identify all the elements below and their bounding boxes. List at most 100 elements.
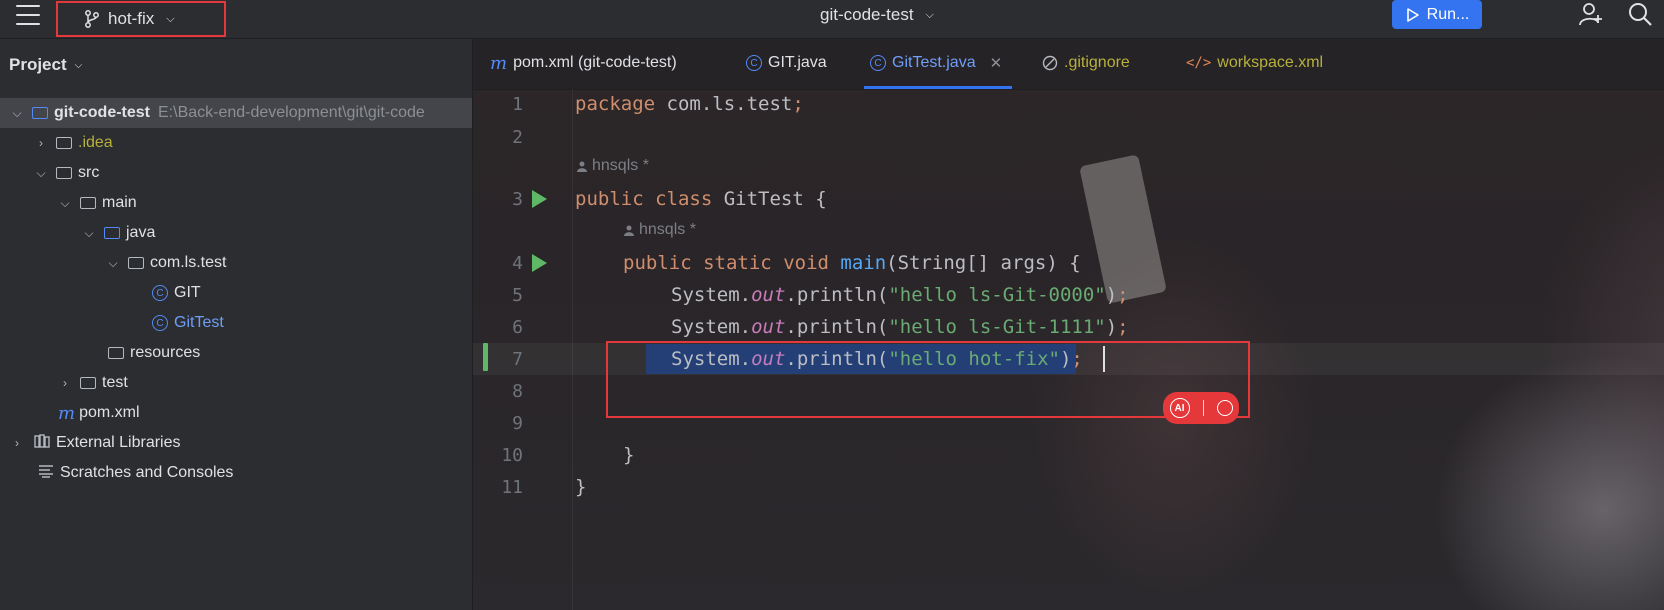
keyword: class [655, 188, 713, 210]
chevron-down-icon[interactable]: ⌵ [82, 226, 96, 241]
semicolon: ; [1117, 284, 1129, 306]
run-main-icon[interactable] [532, 254, 547, 272]
line-number: 4 [512, 253, 523, 274]
ai-floating-toolbar[interactable]: AI [1163, 392, 1239, 424]
tree-item-main[interactable]: ⌵ main [0, 188, 472, 218]
author-name: hnsqls * [592, 157, 649, 174]
line-number: 9 [512, 413, 523, 434]
background-artwork [1079, 154, 1167, 304]
tree-item-class-git[interactable]: C GIT [0, 278, 472, 308]
code-token: } [575, 476, 587, 498]
class-icon: C [152, 315, 168, 331]
tree-label: com.ls.test [150, 254, 227, 271]
line-number: 2 [512, 127, 523, 148]
tree-item-package[interactable]: ⌵ com.ls.test [0, 248, 472, 278]
line-number: 6 [512, 317, 523, 338]
root-name: git-code-test [54, 104, 150, 121]
code-line-6[interactable]: System.out.println("hello ls-Git-1111"); [671, 316, 1129, 338]
keyword: package [575, 93, 656, 115]
chevron-right-icon[interactable]: › [58, 376, 72, 390]
chevron-right-icon[interactable]: › [10, 436, 24, 450]
tab-git-java[interactable]: C GIT.java [746, 39, 827, 87]
tree-item-pom[interactable]: m pom.xml [0, 398, 472, 428]
string-literal: "hello ls-Git-0000" [888, 284, 1106, 306]
code-line-9[interactable]: } [623, 444, 634, 466]
tree-item-src[interactable]: ⌵ src [0, 158, 472, 188]
resources-folder-icon [108, 347, 124, 359]
class-icon: C [152, 285, 168, 301]
title-bar: hot-fix ⌵ git-code-test ⌵ Run... [0, 0, 1664, 39]
tree-label: test [102, 374, 128, 391]
close-icon[interactable]: ✕ [990, 54, 1003, 72]
tree-label: External Libraries [56, 434, 181, 451]
tab-gitignore[interactable]: .gitignore [1042, 39, 1130, 87]
branch-widget[interactable]: hot-fix ⌵ [56, 1, 226, 37]
code-line-10[interactable]: } [575, 476, 586, 498]
chevron-down-icon[interactable]: ⌵ [10, 106, 24, 121]
code-line-5[interactable]: System.out.println("hello ls-Git-0000"); [671, 284, 1129, 306]
ai-assistant-icon[interactable]: AI [1169, 398, 1190, 418]
tree-label: main [102, 194, 137, 211]
keyword: public [623, 252, 692, 274]
run-label: Run... [1426, 5, 1470, 23]
tab-pom-xml[interactable]: m pom.xml (git-code-test) [490, 39, 677, 87]
tab-gittest-java[interactable]: C GitTest.java ✕ [864, 39, 1013, 89]
tree-item-class-gittest[interactable]: C GitTest [0, 308, 472, 338]
tree-label: Scratches and Consoles [60, 464, 234, 481]
package-icon [128, 257, 144, 269]
line-number: 11 [501, 477, 523, 498]
code-line-3[interactable]: public class GitTest { [575, 188, 827, 210]
class-icon: C [746, 55, 762, 71]
tree-item-test[interactable]: › test [0, 368, 472, 398]
folder-icon [80, 377, 96, 389]
tree-item-resources[interactable]: resources [0, 338, 472, 368]
tree-item-external-libraries[interactable]: › External Libraries [0, 428, 472, 458]
tree-label: src [78, 164, 100, 181]
keyword: static [703, 252, 772, 274]
source-folder-icon [104, 227, 120, 239]
tree-item-java[interactable]: ⌵ java [0, 218, 472, 248]
play-icon [1406, 7, 1419, 22]
user-icon [624, 225, 634, 236]
maven-icon: m [58, 402, 76, 424]
code-token: .println( [785, 284, 889, 306]
gutter-separator [572, 89, 573, 610]
project-widget[interactable]: git-code-test ⌵ [820, 3, 934, 27]
code-token: out [751, 284, 786, 306]
add-user-icon[interactable] [1577, 0, 1605, 28]
run-class-icon[interactable] [532, 190, 547, 208]
tree-item-idea[interactable]: › .idea [0, 128, 472, 158]
tab-label: GitTest.java [892, 54, 976, 71]
tree-item-root[interactable]: ⌵ git-code-test E:\Back-end-development\… [0, 98, 472, 128]
chevron-down-icon[interactable]: ⌵ [106, 256, 120, 271]
code-line-1[interactable]: package com.ls.test; [575, 93, 804, 115]
author-inlay-hint[interactable]: hnsqls * [623, 221, 696, 239]
tab-workspace-xml[interactable]: </> workspace.xml [1186, 39, 1323, 87]
git-branch-icon [85, 10, 99, 28]
code-token: ) [1105, 316, 1118, 338]
search-icon[interactable] [1626, 0, 1654, 28]
branch-name: hot-fix [108, 9, 155, 28]
tree-item-scratches[interactable]: Scratches and Consoles [0, 458, 472, 488]
main-menu-icon[interactable] [16, 3, 40, 27]
chevron-right-icon[interactable]: › [34, 136, 48, 150]
line-number: 7 [512, 349, 523, 370]
xml-icon: </> [1186, 55, 1212, 71]
run-button[interactable]: Run... [1392, 0, 1482, 29]
vcs-change-marker[interactable] [483, 343, 488, 371]
project-view-selector[interactable]: Project ⌵ [9, 55, 82, 75]
tree-label: java [126, 224, 156, 241]
maven-icon: m [490, 52, 508, 74]
chevron-down-icon[interactable]: ⌵ [58, 196, 72, 211]
package-name: com.ls.test [655, 93, 793, 115]
search-icon[interactable] [1216, 400, 1233, 416]
code-line-4[interactable]: public static void main(String[] args) { [623, 252, 1081, 274]
string-literal: "hello ls-Git-1111" [888, 316, 1106, 338]
method-params: (String[] args) { [886, 252, 1081, 274]
chevron-down-icon[interactable]: ⌵ [34, 166, 48, 181]
tab-label: pom.xml (git-code-test) [513, 54, 677, 71]
folder-icon [56, 137, 72, 149]
author-inlay-hint[interactable]: hnsqls * [576, 157, 649, 175]
tab-label: .gitignore [1064, 54, 1130, 71]
editor-tab-bar: m pom.xml (git-code-test) C GIT.java C G… [473, 39, 1664, 90]
